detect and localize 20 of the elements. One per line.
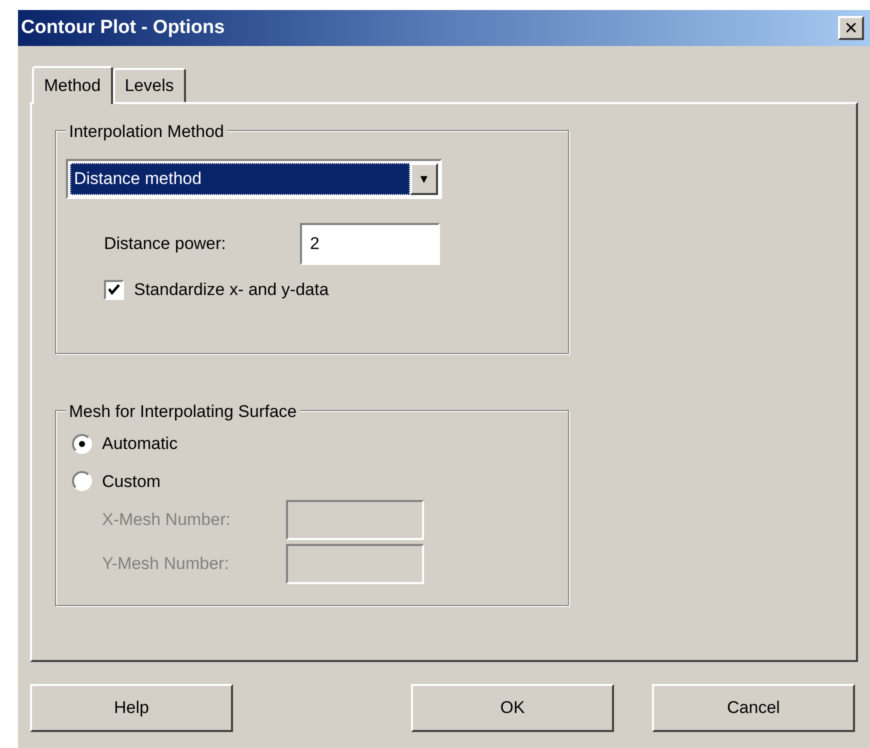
check-icon [108, 284, 120, 296]
dropdown-value: Distance method [70, 163, 410, 195]
checkbox[interactable] [104, 280, 124, 300]
checkbox-label[interactable]: Standardize x- and y-data [134, 277, 329, 302]
dialog-button[interactable]: Cancel [652, 684, 855, 732]
radio-label[interactable]: Automatic [102, 431, 178, 456]
tab[interactable]: Method [32, 66, 113, 104]
radio-button[interactable] [72, 434, 92, 454]
method-dropdown[interactable]: Distance method ▼ [66, 159, 442, 199]
tab[interactable]: Levels [112, 68, 186, 102]
field-label: X-Mesh Number: [102, 509, 232, 532]
dialog-button[interactable]: Help [30, 684, 233, 732]
field-label: Distance power: [104, 233, 227, 256]
close-button[interactable]: × [838, 16, 864, 40]
field-label: Y-Mesh Number: [102, 553, 230, 576]
dialog-button[interactable]: OK [411, 684, 614, 732]
radio-button[interactable] [72, 471, 92, 492]
distance-power-field[interactable]: 2 [300, 223, 440, 265]
window-title: Contour Plot - Options [21, 16, 225, 40]
radio-label[interactable]: Custom [102, 468, 161, 494]
